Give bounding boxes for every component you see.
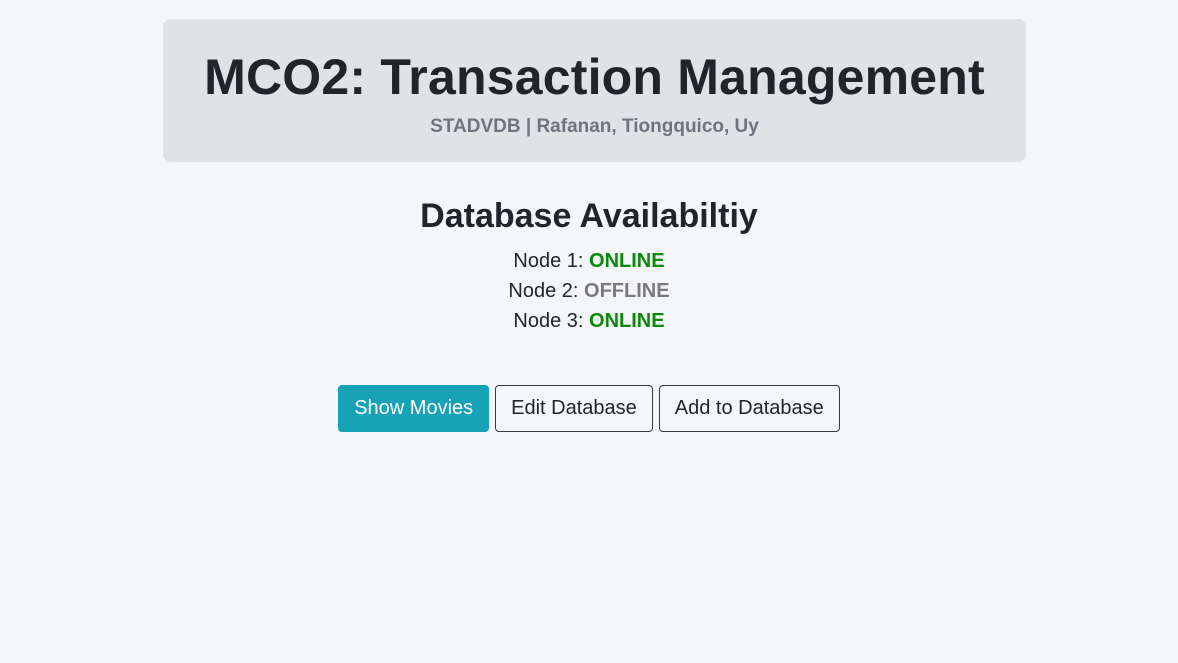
node-status-badge: ONLINE [589, 310, 665, 332]
header-banner: MCO2: Transaction Management STADVDB | R… [163, 19, 1026, 162]
page-title: MCO2: Transaction Management [204, 49, 985, 105]
node-status-badge: OFFLINE [584, 280, 670, 302]
edit-database-button[interactable]: Edit Database [495, 385, 653, 432]
node-status-badge: ONLINE [589, 250, 665, 272]
node-status-row: Node 1: ONLINE [0, 246, 1178, 276]
availability-heading: Database Availabiltiy [420, 197, 758, 235]
node-status-row: Node 3: ONLINE [0, 306, 1178, 336]
action-button-group: Show Movies Edit Database Add to Databas… [0, 385, 1178, 432]
add-to-database-button[interactable]: Add to Database [658, 385, 840, 432]
node-label: Node 3: [513, 310, 584, 332]
node-status-row: Node 2: OFFLINE [0, 276, 1178, 306]
node-label: Node 2: [508, 280, 579, 302]
node-status-list: Node 1: ONLINE Node 2: OFFLINE Node 3: O… [0, 246, 1178, 336]
page: MCO2: Transaction Management STADVDB | R… [0, 0, 1178, 663]
node-label: Node 1: [513, 250, 584, 272]
show-movies-button[interactable]: Show Movies [338, 385, 490, 432]
page-subtitle: STADVDB | Rafanan, Tiongquico, Uy [430, 116, 759, 137]
database-availability-section: Database Availabiltiy Node 1: ONLINE Nod… [0, 194, 1178, 336]
